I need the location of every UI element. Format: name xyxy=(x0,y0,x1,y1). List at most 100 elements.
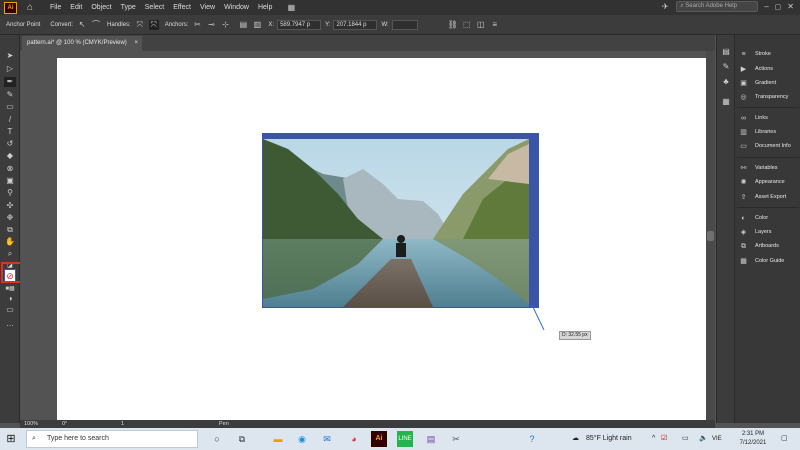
mail-icon[interactable]: ✉ xyxy=(319,431,335,447)
width-tool-icon[interactable]: ⊗ xyxy=(4,164,16,174)
properties-icon[interactable]: ▤ xyxy=(721,47,731,56)
panel-gradient[interactable]: ▣ Gradient xyxy=(739,77,800,89)
panel-appearance[interactable]: ✺ Appearance xyxy=(739,176,800,188)
constrain-icon[interactable]: ⛓ xyxy=(448,20,458,30)
pathfinder-icon[interactable]: ▦ xyxy=(721,97,731,106)
document-tab[interactable]: pattern.ai* @ 100 % (CMYK/Preview) × xyxy=(22,36,142,51)
menu-object[interactable]: Object xyxy=(91,4,111,11)
tray-arrow-icon[interactable]: ^ xyxy=(652,428,655,450)
w-field[interactable] xyxy=(391,19,418,30)
panel-variables[interactable]: ⚯ Variables xyxy=(739,162,800,174)
chrome-icon[interactable]: ◕ xyxy=(346,431,362,447)
workspace-switcher-icon[interactable]: ▦ xyxy=(286,3,296,13)
zoom-level[interactable]: 100% xyxy=(24,420,38,428)
handles-show-icon[interactable]: ⤧ xyxy=(135,20,145,30)
panel-color-guide[interactable]: ▦ Color Guide xyxy=(739,255,800,267)
artboard-number[interactable]: 1 xyxy=(121,420,124,428)
blend-tool-icon[interactable]: ✣ xyxy=(4,201,16,211)
curvature-tool-icon[interactable]: ✎ xyxy=(4,90,16,100)
gradient-tool-icon[interactable]: ▣ xyxy=(4,176,16,186)
rotation-value[interactable]: 0° xyxy=(62,420,67,428)
search-adobe-help-input[interactable]: ⌕ Search Adobe Help xyxy=(676,1,759,12)
menu-effect[interactable]: Effect xyxy=(173,4,191,11)
notifications-icon[interactable]: ▢ xyxy=(781,428,788,450)
edge-icon[interactable]: ◉ xyxy=(294,431,310,447)
snipping-tool-icon[interactable]: ✂ xyxy=(448,431,464,447)
antivirus-icon[interactable]: ☑ xyxy=(661,428,667,450)
direct-selection-tool-icon[interactable]: ▷ xyxy=(4,64,16,74)
line-app-icon[interactable]: LINE xyxy=(397,431,413,447)
language-indicator[interactable]: VIE xyxy=(712,428,722,450)
weather-text[interactable]: 85°F Light rain xyxy=(586,428,632,450)
task-view-icon[interactable]: ⧉ xyxy=(234,431,250,447)
menu-select[interactable]: Select xyxy=(145,4,164,11)
system-clock[interactable]: 2:31 PM 7/12/2021 xyxy=(733,430,773,448)
scrollbar-thumb[interactable] xyxy=(707,231,714,241)
media-app-icon[interactable]: ▤ xyxy=(423,431,439,447)
transform-icon[interactable]: ▥ xyxy=(252,20,262,30)
vertical-scrollbar[interactable] xyxy=(706,51,715,420)
current-tool-status[interactable]: Pen xyxy=(219,420,229,428)
maximize-icon[interactable]: ▢ xyxy=(775,3,782,11)
panel-libraries[interactable]: ▥ Libraries xyxy=(739,126,800,138)
color-mode-icon[interactable]: ■▦ xyxy=(4,284,16,294)
file-explorer-icon[interactable]: ▬ xyxy=(270,431,286,447)
panel-color[interactable]: ◐ Color xyxy=(739,212,800,224)
menu-window[interactable]: Window xyxy=(224,4,249,11)
menu-file[interactable]: File xyxy=(50,4,61,11)
close-icon[interactable]: ✕ xyxy=(787,2,794,11)
hand-tool-icon[interactable]: ✋ xyxy=(4,237,16,247)
minimize-icon[interactable]: – xyxy=(764,2,768,11)
eraser-tool-icon[interactable]: ◆ xyxy=(4,151,16,161)
handles-hide-icon[interactable]: ⤧ xyxy=(148,19,159,30)
pen-tool-icon[interactable]: ✒ xyxy=(4,77,16,87)
paintbrush-tool-icon[interactable]: / xyxy=(4,115,16,125)
panel-layers[interactable]: ◈ Layers xyxy=(739,226,800,238)
panel-actions[interactable]: ▶ Actions xyxy=(739,63,800,75)
shape-icon[interactable]: ◫ xyxy=(476,20,486,30)
type-tool-icon[interactable]: T xyxy=(4,127,16,137)
panel-stroke[interactable]: ≡ Stroke xyxy=(739,48,800,60)
drawing-mode-icon[interactable]: ◑ xyxy=(4,294,16,304)
screen-mode-icon[interactable]: ▭ xyxy=(4,305,16,315)
brushes-icon[interactable]: ✎ xyxy=(721,62,731,71)
anchor-connect-icon[interactable]: ⊸ xyxy=(206,20,216,30)
panel-links[interactable]: ∞ Links xyxy=(739,112,800,124)
document-tab-close-icon[interactable]: × xyxy=(134,40,138,46)
panel-menu-icon[interactable]: ≡ xyxy=(490,20,500,30)
panel-document-info[interactable]: ▭ Document Info xyxy=(739,140,800,152)
help-icon[interactable]: ? xyxy=(524,431,540,447)
artboard-tool-icon[interactable]: ⧉ xyxy=(4,225,16,235)
selection-tool-icon[interactable]: ➤ xyxy=(4,51,16,61)
illustrator-taskbar-icon[interactable]: Ai xyxy=(371,431,387,447)
panel-transparency[interactable]: ◎ Transparency xyxy=(739,91,800,103)
cortana-icon[interactable]: ○ xyxy=(209,431,225,447)
placed-landscape-image[interactable] xyxy=(263,139,529,307)
panel-artboards[interactable]: ⧉ Artboards xyxy=(739,240,800,252)
symbols-icon[interactable]: ♣ xyxy=(721,77,731,86)
weather-icon[interactable]: ☁ xyxy=(572,428,579,450)
convert-corner-icon[interactable]: ↖ xyxy=(77,20,87,30)
share-icon[interactable]: ✈ xyxy=(660,2,670,12)
rectangle-tool-icon[interactable]: ▭ xyxy=(4,102,16,112)
anchor-remove-icon[interactable]: ✂ xyxy=(192,20,202,30)
menu-view[interactable]: View xyxy=(200,4,215,11)
taskbar-search-input[interactable]: ⌕ Type here to search xyxy=(26,430,198,448)
home-icon[interactable]: ⌂ xyxy=(24,2,36,14)
zoom-tool-icon[interactable]: ⌕ xyxy=(4,249,16,259)
isolate-icon[interactable]: ⬚ xyxy=(462,20,472,30)
rotate-tool-icon[interactable]: ↺ xyxy=(4,139,16,149)
convert-smooth-icon[interactable]: ⌒ xyxy=(91,20,101,30)
menu-edit[interactable]: Edit xyxy=(70,4,82,11)
symbol-sprayer-tool-icon[interactable]: ❉ xyxy=(4,213,16,223)
panel-asset-export[interactable]: ⇪ Asset Export xyxy=(739,191,800,203)
volume-icon[interactable]: 🔈 xyxy=(699,428,708,450)
windows-start-icon[interactable]: ⊞ xyxy=(0,428,22,450)
x-field[interactable]: 589.7947 p xyxy=(277,19,322,30)
anchor-cut-icon[interactable]: ⊹ xyxy=(220,20,230,30)
edit-toolbar-icon[interactable]: … xyxy=(4,319,16,329)
menu-type[interactable]: Type xyxy=(121,4,136,11)
align-icon[interactable]: ▤ xyxy=(238,20,248,30)
eyedropper-tool-icon[interactable]: ⚲ xyxy=(4,188,16,198)
network-icon[interactable]: ▭ xyxy=(682,428,689,450)
